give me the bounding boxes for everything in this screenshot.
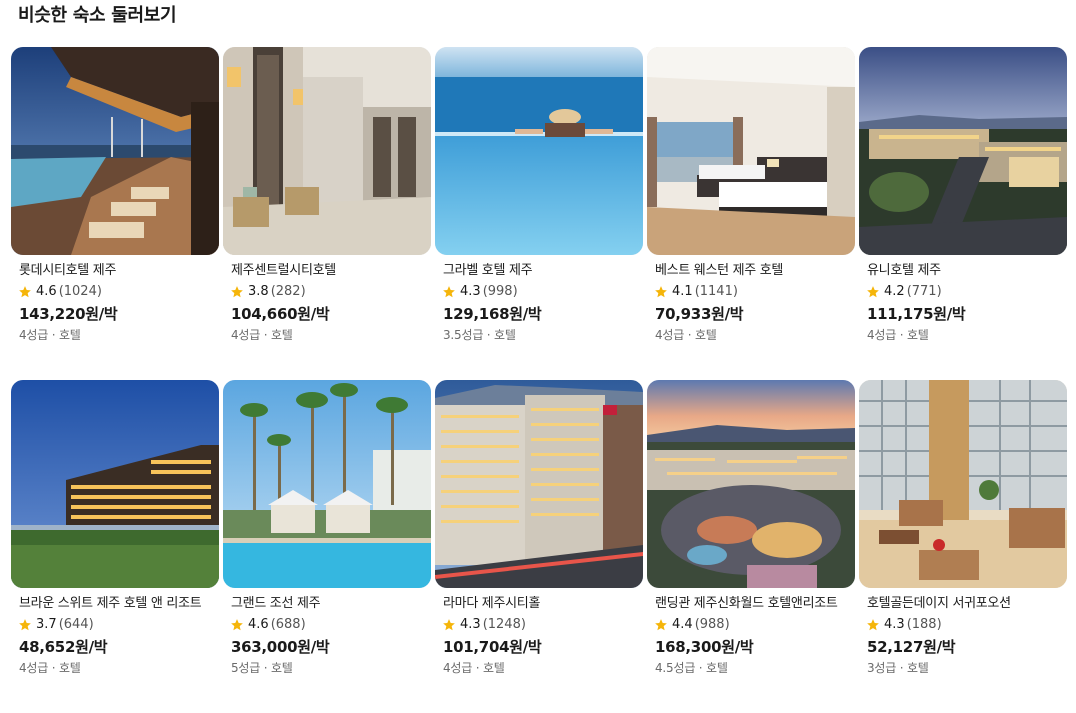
hotel-photo-bedroom[interactable]	[647, 47, 855, 255]
star-icon	[654, 618, 668, 632]
hotel-photo-rooftop-pool[interactable]	[11, 47, 219, 255]
hotel-card[interactable]: 그랜드 조선 제주 4.6 (688) 363,000원/박 5성급 · 호텔	[223, 380, 431, 713]
hotel-class: 4성급 · 호텔	[19, 328, 81, 342]
rating: 4.6 (688)	[230, 617, 306, 633]
hotel-name[interactable]: 그라벨 호텔 제주	[443, 263, 532, 279]
hotel-photo-atrium-lounge[interactable]	[859, 380, 1067, 588]
hotel-class: 4성급 · 호텔	[19, 661, 81, 675]
star-icon	[230, 618, 244, 632]
hotel-photo-theme-park[interactable]	[647, 380, 855, 588]
hotel-class: 3.5성급 · 호텔	[443, 328, 516, 342]
rating-score: 4.2	[884, 284, 905, 299]
review-count: (644)	[58, 617, 94, 632]
review-count: (771)	[906, 284, 942, 299]
nightly-price: 48,652원/박	[19, 638, 108, 656]
rating: 4.2 (771)	[866, 284, 942, 300]
rating: 3.8 (282)	[230, 284, 306, 300]
nightly-price: 70,933원/박	[655, 305, 744, 323]
review-count: (688)	[270, 617, 306, 632]
hotel-photo-infinity-pool[interactable]	[435, 47, 643, 255]
hotel-card[interactable]: 랜딩관 제주신화월드 호텔앤리조트 4.4 (988) 168,300원/박 4…	[647, 380, 855, 713]
hotel-photo-exterior-night[interactable]	[11, 380, 219, 588]
review-count: (1141)	[694, 284, 738, 299]
rating-score: 4.6	[248, 617, 269, 632]
rating-score: 4.1	[672, 284, 693, 299]
hotel-card[interactable]: 제주센트럴시티호텔 3.8 (282) 104,660원/박 4성급 · 호텔	[223, 47, 431, 380]
hotel-photo-palm-pool[interactable]	[223, 380, 431, 588]
rating: 4.6 (1024)	[18, 284, 102, 300]
hotel-class: 4.5성급 · 호텔	[655, 661, 728, 675]
review-count: (1024)	[58, 284, 102, 299]
hotel-name[interactable]: 호텔골든데이지 서귀포오션	[867, 596, 1011, 612]
star-icon	[654, 285, 668, 299]
rating: 4.3 (188)	[866, 617, 942, 633]
rating-score: 4.6	[36, 284, 57, 299]
nightly-price: 129,168원/박	[443, 305, 542, 323]
star-icon	[442, 618, 456, 632]
rating: 3.7 (644)	[18, 617, 94, 633]
rating: 4.4 (988)	[654, 617, 730, 633]
rating-score: 4.3	[460, 284, 481, 299]
nightly-price: 104,660원/박	[231, 305, 330, 323]
hotel-photo-lobby[interactable]	[223, 47, 431, 255]
star-icon	[866, 618, 880, 632]
hotel-name[interactable]: 롯데시티호텔 제주	[19, 263, 116, 279]
hotel-card[interactable]: 라마다 제주시티홀 4.3 (1248) 101,704원/박 4성급 · 호텔	[435, 380, 643, 713]
rating-score: 4.3	[460, 617, 481, 632]
review-count: (1248)	[482, 617, 526, 632]
review-count: (188)	[906, 617, 942, 632]
review-count: (988)	[694, 617, 730, 632]
hotel-name[interactable]: 유니호텔 제주	[867, 263, 941, 279]
star-icon	[18, 285, 32, 299]
hotel-name[interactable]: 브라운 스위트 제주 호텔 앤 리조트	[19, 596, 201, 612]
hotel-photo-aerial-resort[interactable]	[859, 47, 1067, 255]
star-icon	[230, 285, 244, 299]
hotel-name[interactable]: 랜딩관 제주신화월드 호텔앤리조트	[655, 596, 838, 612]
nightly-price: 111,175원/박	[867, 305, 966, 323]
hotel-card[interactable]: 롯데시티호텔 제주 4.6 (1024) 143,220원/박 4성급 · 호텔	[11, 47, 219, 380]
hotel-card[interactable]: 베스트 웨스턴 제주 호텔 4.1 (1141) 70,933원/박 4성급 ·…	[647, 47, 855, 380]
star-icon	[18, 618, 32, 632]
rating: 4.3 (1248)	[442, 617, 526, 633]
rating: 4.3 (998)	[442, 284, 518, 300]
rating-score: 4.4	[672, 617, 693, 632]
nightly-price: 363,000원/박	[231, 638, 330, 656]
hotel-card[interactable]: 유니호텔 제주 4.2 (771) 111,175원/박 4성급 · 호텔	[859, 47, 1067, 380]
hotel-name[interactable]: 제주센트럴시티호텔	[231, 263, 336, 279]
nightly-price: 52,127원/박	[867, 638, 956, 656]
review-count: (282)	[270, 284, 306, 299]
review-count: (998)	[482, 284, 518, 299]
hotel-name[interactable]: 라마다 제주시티홀	[443, 596, 540, 612]
hotel-class: 3성급 · 호텔	[867, 661, 929, 675]
hotel-card[interactable]: 브라운 스위트 제주 호텔 앤 리조트 3.7 (644) 48,652원/박 …	[11, 380, 219, 713]
rating-score: 3.7	[36, 617, 57, 632]
hotel-class: 4성급 · 호텔	[231, 328, 293, 342]
hotel-photo-city-tower[interactable]	[435, 380, 643, 588]
hotel-card[interactable]: 호텔골든데이지 서귀포오션 4.3 (188) 52,127원/박 3성급 · …	[859, 380, 1067, 713]
hotel-class: 4성급 · 호텔	[655, 328, 717, 342]
hotel-class: 5성급 · 호텔	[231, 661, 293, 675]
star-icon	[866, 285, 880, 299]
hotel-class: 4성급 · 호텔	[867, 328, 929, 342]
hotel-grid: 롯데시티호텔 제주 4.6 (1024) 143,220원/박 4성급 · 호텔	[11, 47, 1069, 713]
rating: 4.1 (1141)	[654, 284, 738, 300]
section-title: 비슷한 숙소 둘러보기	[18, 5, 177, 26]
star-icon	[442, 285, 456, 299]
rating-score: 4.3	[884, 617, 905, 632]
hotel-class: 4성급 · 호텔	[443, 661, 505, 675]
hotel-card[interactable]: 그라벨 호텔 제주 4.3 (998) 129,168원/박 3.5성급 · 호…	[435, 47, 643, 380]
nightly-price: 168,300원/박	[655, 638, 754, 656]
hotel-name[interactable]: 그랜드 조선 제주	[231, 596, 320, 612]
hotel-name[interactable]: 베스트 웨스턴 제주 호텔	[655, 263, 783, 279]
nightly-price: 101,704원/박	[443, 638, 542, 656]
rating-score: 3.8	[248, 284, 269, 299]
nightly-price: 143,220원/박	[19, 305, 118, 323]
